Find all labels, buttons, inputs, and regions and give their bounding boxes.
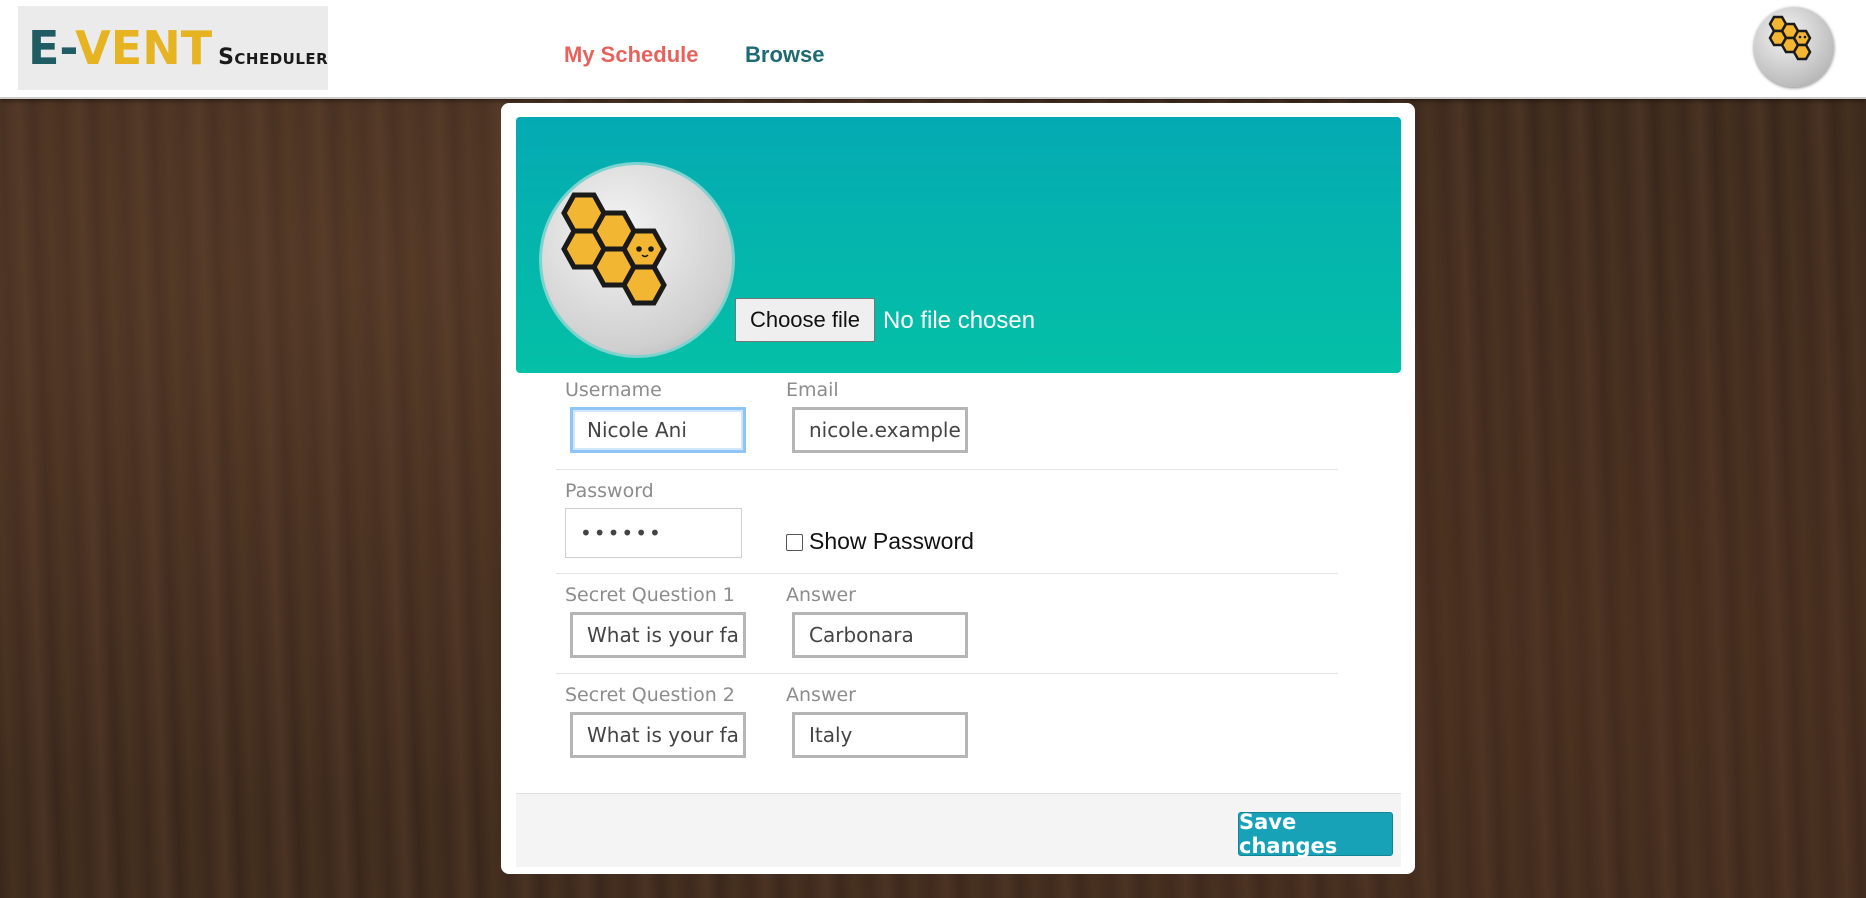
secret-question-1-input[interactable]: What is your fa [570, 612, 746, 658]
secret-question-1-label: Secret Question 1 [565, 584, 735, 606]
secret-question-2-input[interactable]: What is your fa [570, 712, 746, 758]
username-label: Username [565, 379, 662, 401]
divider [556, 673, 1338, 674]
honeycomb-bee-icon [1768, 15, 1812, 61]
answer-2-label: Answer [786, 684, 856, 706]
divider [556, 573, 1338, 574]
logo-vent: VENT [75, 21, 213, 75]
nav-browse[interactable]: Browse [745, 42, 824, 68]
secret-question-2-label: Secret Question 2 [565, 684, 735, 706]
navbar: E-VENT Scheduler My Schedule Browse [0, 0, 1866, 99]
logo-text: E-VENT Scheduler [18, 25, 328, 71]
nav-my-schedule[interactable]: My Schedule [564, 42, 698, 68]
file-status-text: No file chosen [883, 307, 1036, 334]
profile-card: Choose file No file chosen Username Emai… [501, 103, 1415, 874]
choose-file-button[interactable]: Choose file [735, 298, 875, 342]
app-logo[interactable]: E-VENT Scheduler [18, 6, 328, 90]
logo-scheduler: Scheduler [218, 45, 329, 70]
answer-2-input[interactable]: Italy [792, 712, 968, 758]
answer-1-label: Answer [786, 584, 856, 606]
password-input[interactable]: •••••• [565, 508, 742, 558]
email-label: Email [786, 379, 839, 401]
card-footer: Save changes [516, 793, 1401, 867]
answer-1-input[interactable]: Carbonara [792, 612, 968, 658]
password-label: Password [565, 480, 654, 502]
profile-picture [539, 162, 735, 358]
email-input[interactable]: nicole.example [792, 407, 968, 453]
profile-banner: Choose file No file chosen [516, 117, 1401, 373]
logo-e: E- [28, 21, 76, 75]
user-avatar[interactable] [1754, 7, 1834, 87]
honeycomb-bee-icon [561, 192, 667, 306]
save-changes-button[interactable]: Save changes [1238, 810, 1393, 858]
divider [556, 469, 1338, 470]
show-password-label[interactable]: Show Password [809, 528, 974, 555]
show-password-checkbox[interactable] [786, 534, 803, 551]
username-input[interactable]: Nicole Ani [570, 407, 746, 453]
